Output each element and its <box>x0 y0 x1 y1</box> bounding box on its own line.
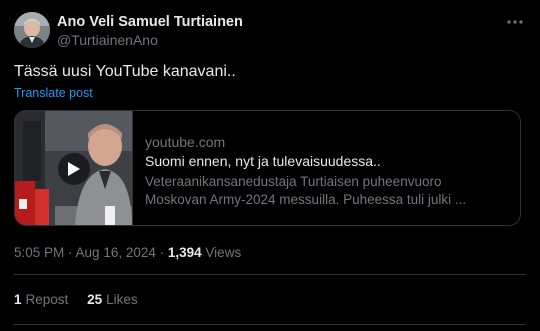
card-description-line2: Moskovan Army-2024 messuilla. Puheessa t… <box>145 192 467 207</box>
views-count: 1,394 <box>167 245 202 260</box>
post-meta: 5:05 PM · Aug 16, 2024 · 1,394 Views <box>14 244 241 262</box>
link-preview-card[interactable]: youtube.com Suomi ennen, nyt ja tulevais… <box>14 110 521 226</box>
divider-top <box>14 274 526 275</box>
likes-label: Likes <box>106 292 138 307</box>
play-icon <box>68 162 80 176</box>
card-domain: youtube.com <box>145 134 226 150</box>
reposts-stat[interactable]: 1 Repost <box>14 292 68 307</box>
author-avatar[interactable] <box>14 12 50 48</box>
user-avatar-icon <box>14 12 50 48</box>
post-date[interactable]: Aug 16, 2024 <box>76 245 156 260</box>
divider-bottom <box>14 324 526 325</box>
card-description: Veteraanikansanedustaja Turtiaisen puhee… <box>145 173 515 209</box>
reposts-count: 1 <box>14 292 22 307</box>
views-label: Views <box>201 245 242 260</box>
likes-count: 25 <box>87 292 103 307</box>
post-text: Tässä uusi YouTube kanavani.. <box>14 63 236 80</box>
more-options-button[interactable] <box>504 11 526 33</box>
translate-post-link[interactable]: Translate post <box>14 85 93 101</box>
engagement-stats: 1 Repost 25 Likes <box>14 291 153 309</box>
meta-separator: · <box>64 245 76 260</box>
reposts-label: Repost <box>25 292 69 307</box>
play-button[interactable] <box>58 153 90 185</box>
card-description-line1: Veteraanikansanedustaja Turtiaisen puhee… <box>145 174 442 189</box>
author-handle[interactable]: @TurtiainenAno <box>57 31 158 49</box>
video-thumbnail[interactable] <box>15 111 132 225</box>
author-name[interactable]: Ano Veli Samuel Turtiainen <box>57 13 243 31</box>
card-text-area[interactable]: youtube.com Suomi ennen, nyt ja tulevais… <box>132 111 520 225</box>
post-time[interactable]: 5:05 PM <box>14 245 64 260</box>
likes-stat[interactable]: 25 Likes <box>87 292 138 307</box>
meta-separator-2: · <box>155 245 168 260</box>
more-dots-icon <box>507 20 523 24</box>
card-title: Suomi ennen, nyt ja tulevaisuudessa.. <box>145 153 381 169</box>
